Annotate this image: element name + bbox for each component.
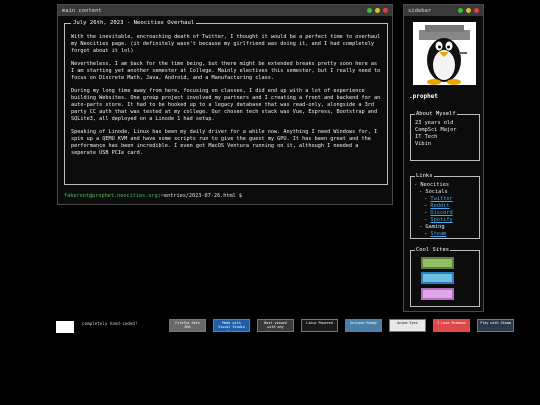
cool-site-button-2[interactable] [421,272,454,284]
post-title: July 26th, 2023 - Neocities Overhaul [71,20,197,27]
badge-1[interactable]: Firefox Gets Ehh [169,319,206,332]
window-controls [458,8,479,13]
badge-5[interactable]: Unicode Ready [345,319,382,332]
prompt-user: fakeroot@prophet.neocities.org [64,193,158,199]
links-legend: Links [415,173,434,180]
sidebar-window: sidebar .prophet About Myself 23 years o… [403,4,484,312]
maximize-button[interactable] [458,8,463,13]
link-twitter[interactable]: Twitter [430,196,452,202]
badge-3[interactable]: Best viewed with any browser [257,319,294,332]
about-panel: About Myself 23 years old CompSci Major … [410,111,480,161]
link-spotify[interactable]: Spotify [430,217,452,223]
cool-sites-panel: Cool Sites [410,247,480,307]
hand-coded-label: completely hand-coded! [82,321,138,326]
cool-site-button-1[interactable] [421,257,454,269]
links-tree-item[interactable]: - Discord [414,210,476,217]
main-window-title: main content [62,7,102,14]
link-reddit[interactable]: Reddit [430,203,449,209]
window-controls [367,8,388,13]
maximize-button[interactable] [367,8,372,13]
tree-heading: - Gaming [419,224,445,230]
main-content-window: main content July 26th, 2023 - Neocities… [57,4,393,205]
links-tree-item[interactable]: - Steam [414,231,476,238]
hand-coded-badge[interactable] [56,321,74,333]
links-panel: Links - Neocities - Socials - Twitter - Red… [410,173,480,239]
post-paragraph: Nevertheless, I am back for the time bei… [71,61,381,82]
prompt-path: :~entries/2023-07-26.html $ [157,193,243,199]
about-legend: About Myself [415,111,457,118]
main-titlebar[interactable]: main content [58,5,392,16]
tux-penguin-icon [413,22,476,85]
close-button[interactable] [383,8,388,13]
site-banner-icon [421,288,454,300]
about-item: Vibin [415,141,431,147]
badge-2[interactable]: Made with Visual Studio Code [213,319,250,332]
post-paragraph: Speaking of Linode, Linux has been my da… [71,129,378,157]
links-tree-item[interactable]: - Twitter [414,196,476,203]
post-paragraph: During my long time away from here, focu… [71,88,381,123]
site-banner-icon [421,257,454,269]
about-item: CompSci Major [415,127,457,133]
cool-sites-legend: Cool Sites [415,247,451,254]
user-handle: .prophet [409,93,438,100]
close-button[interactable] [474,8,479,13]
badge-7[interactable]: I Love Pokemon [433,319,470,332]
links-tree-item: - Socials [414,189,476,196]
links-tree-item: - Gaming [414,224,476,231]
sidebar-titlebar[interactable]: sidebar [404,5,483,16]
minimize-button[interactable] [466,8,471,13]
link-discord[interactable]: Discord [430,210,452,216]
links-tree: - Neocities - Socials - Twitter - Reddit - D… [414,182,476,238]
tree-heading: - Neocities [414,182,450,188]
links-tree-item[interactable]: - Spotify [414,217,476,224]
avatar [413,22,476,85]
link-steam[interactable]: Steam [430,231,446,237]
badge-4[interactable]: Linux Powered [301,319,338,332]
badge-8[interactable]: Play with Steam [477,319,514,332]
links-tree-item[interactable]: - Reddit [414,203,476,210]
tree-heading: - Socials [419,189,448,195]
badge-6[interactable]: Anime Eyes [389,319,426,332]
about-item: IT Tech [415,134,438,140]
site-banner-icon [421,272,454,284]
blog-post: July 26th, 2023 - Neocities Overhaul Wit… [64,20,388,185]
minimize-button[interactable] [375,8,380,13]
about-item: 23 years old [415,120,454,126]
sidebar-window-title: sidebar [408,7,432,14]
links-tree-item: - Neocities [414,182,476,189]
terminal-prompt: fakeroot@prophet.neocities.org:~entries/… [64,193,242,199]
post-paragraph: With the inevitable, encroaching death o… [71,34,381,54]
cool-site-button-3[interactable] [421,288,454,300]
